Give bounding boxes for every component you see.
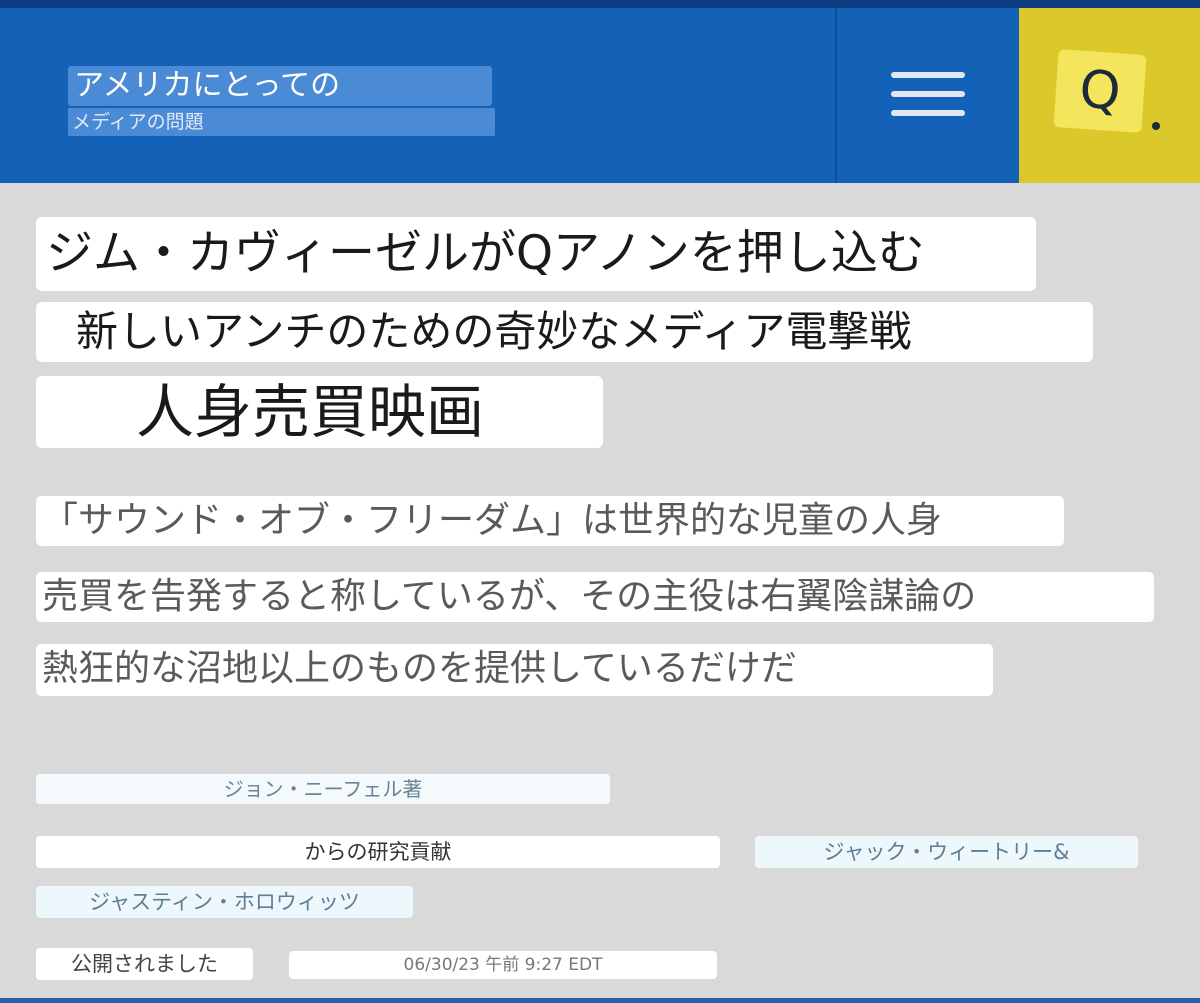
headline-line-1: ジム・カヴィーゼルがQアノンを押し込む [36, 217, 1036, 291]
contributor-link-2[interactable]: ジャスティン・ホロウィッツ [36, 886, 413, 918]
contributor-link-1[interactable]: ジャック・ウィートリー& [755, 836, 1138, 868]
published-datetime: 06/30/23 午前 9:27 EDT [289, 951, 717, 979]
headline-line-2: 新しいアンチのための奇妙なメディア電撃戦 [36, 302, 1093, 362]
headline-line-3: 人身売買映画 [36, 376, 603, 448]
site-logo[interactable]: アメリカにとっての メディアの問題 [68, 66, 495, 136]
subheading-line-1: 「サウンド・オブ・フリーダム」は世界的な児童の人身 [36, 496, 1064, 546]
search-area: Q [1019, 8, 1200, 183]
top-border [0, 0, 1200, 8]
bottom-border [0, 998, 1200, 1003]
menu-area [835, 8, 1019, 183]
published-label: 公開されました [36, 948, 253, 980]
logo-title: アメリカにとっての [68, 66, 492, 106]
search-icon-tail [1152, 122, 1160, 130]
search-button[interactable]: Q [1053, 49, 1147, 133]
subheading-line-3: 熱狂的な沼地以上のものを提供しているだけだ [36, 644, 993, 696]
logo-subtitle: メディアの問題 [68, 108, 495, 136]
contributions-label: からの研究貢献 [36, 836, 720, 868]
hamburger-menu-icon[interactable] [891, 72, 965, 116]
author-link[interactable]: ジョン・ニーフェル著 [36, 774, 610, 804]
subheading-line-2: 売買を告発すると称しているが、その主役は右翼陰謀論の [36, 572, 1154, 622]
